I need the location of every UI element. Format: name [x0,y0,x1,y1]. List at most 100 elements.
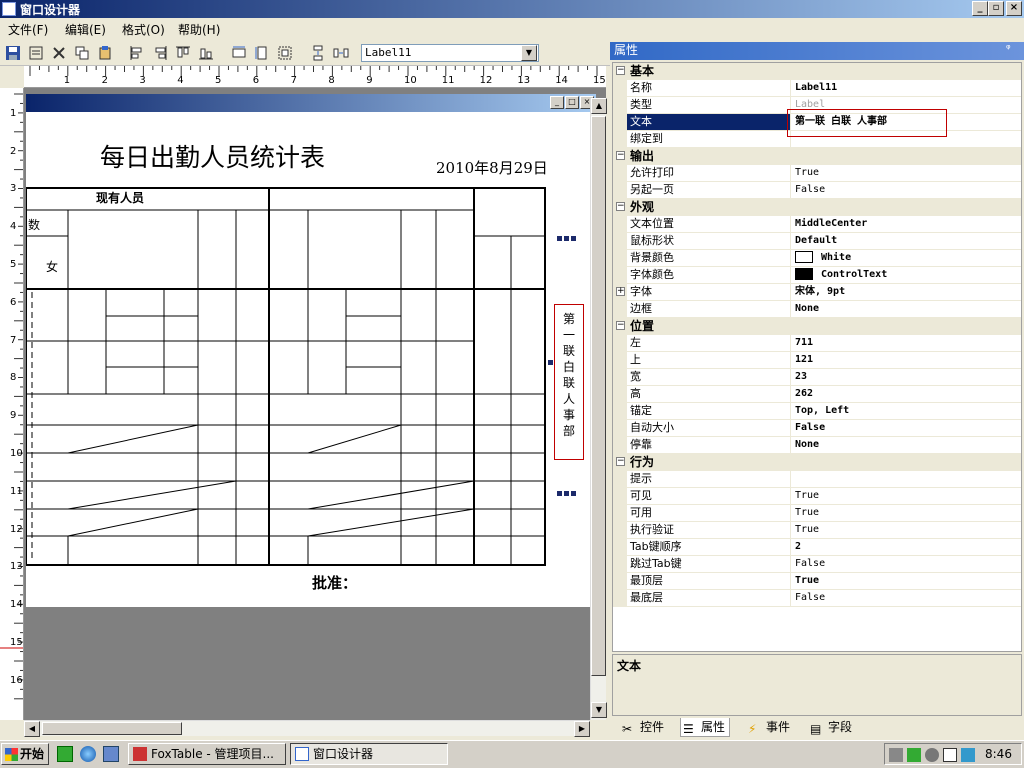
property-row-autosize[interactable]: 自动大小 False [613,420,1021,437]
vertical-scrollbar[interactable]: ▲ ▼ [590,98,607,720]
resize-handle[interactable] [564,236,569,241]
task-foxtable[interactable]: FoxTable - 管理项目... [128,743,286,765]
minimize-button[interactable]: _ [972,1,988,16]
property-value[interactable]: 第一联 白联 人事部 [793,114,1021,130]
ie-icon[interactable] [80,746,96,762]
align-top-icon[interactable] [174,44,192,62]
resize-handle[interactable] [564,491,569,496]
property-value[interactable]: True [793,488,1021,504]
selected-label-control[interactable]: 第一联白联人事部 [554,304,584,460]
menu-help[interactable]: 帮助(H) [178,21,220,38]
property-row-tabstop[interactable]: 跳过Tab键 False [613,556,1021,573]
property-row-font[interactable]: + 字体 宋体, 9pt [613,284,1021,301]
property-row-height[interactable]: 高 262 [613,386,1021,403]
property-value[interactable]: True [793,522,1021,538]
close-button[interactable]: × [1006,1,1022,16]
approve-label[interactable]: 批准： [312,572,357,593]
property-row-backcolor[interactable]: 背景颜色 White [613,250,1021,267]
category-position[interactable]: − 位置 [613,318,1021,335]
vertical-scroll-thumb[interactable] [591,116,606,676]
property-value[interactable] [793,131,1021,147]
property-value[interactable]: Top, Left [793,403,1021,419]
horizontal-scrollbar[interactable]: ◀ ▶ [24,720,590,737]
property-value[interactable]: 2 [793,539,1021,555]
column-header-current-staff[interactable]: 现有人员 [96,189,144,206]
collapse-icon[interactable]: − [616,151,625,160]
menu-edit[interactable]: 编辑(E) [65,21,106,38]
property-row-bottommost[interactable]: 最底层 False [613,590,1021,607]
start-button[interactable]: 开始 [1,743,49,765]
tab-controls[interactable]: ✂ 控件 [620,718,668,737]
save-icon[interactable] [4,44,22,62]
category-behavior[interactable]: − 行为 [613,454,1021,471]
property-value[interactable]: 23 [793,369,1021,385]
same-width-icon[interactable] [230,44,248,62]
property-value[interactable]: False [793,556,1021,572]
report-table-grid[interactable] [26,112,596,607]
design-surface[interactable]: _ □ × 每日出勤人员统计表 2010年8月29日 现有人员 数 女 批准： … [24,88,606,720]
resize-handle[interactable] [571,491,576,496]
property-value[interactable]: 宋体, 9pt [793,284,1021,300]
align-left-icon[interactable] [128,44,146,62]
property-value[interactable]: 121 [793,352,1021,368]
collapse-icon[interactable]: − [616,202,625,211]
property-row-name[interactable]: 名称 Label11 [613,80,1021,97]
resize-handle[interactable] [557,236,562,241]
horizontal-spacing-icon[interactable] [332,44,350,62]
property-row-textalign[interactable]: 文本位置 MiddleCenter [613,216,1021,233]
resize-handle[interactable] [557,491,562,496]
control-selector[interactable]: Label11 [361,44,539,62]
cell-count-label[interactable]: 数 [28,216,40,233]
property-value[interactable]: MiddleCenter [793,216,1021,232]
property-row-allowprint[interactable]: 允许打印 True [613,165,1021,182]
tab-properties[interactable]: ☰ 属性 [680,718,731,737]
security-icon[interactable] [907,748,921,762]
property-value[interactable]: None [793,437,1021,453]
menu-format[interactable]: 格式(O) [122,21,165,38]
collapse-icon[interactable]: − [616,457,625,466]
scroll-down-icon[interactable]: ▼ [591,702,607,718]
scroll-left-icon[interactable]: ◀ [24,721,40,737]
form-canvas[interactable]: 每日出勤人员统计表 2010年8月29日 现有人员 数 女 批准： 第一联白联人… [26,112,596,607]
paste-icon[interactable] [96,44,114,62]
report-title-label[interactable]: 每日出勤人员统计表 [100,138,325,174]
property-value[interactable]: False [793,182,1021,198]
property-row-dock[interactable]: 停靠 None [613,437,1021,454]
property-value[interactable]: False [793,590,1021,606]
property-value[interactable]: ControlText [793,267,1021,283]
property-row-type[interactable]: 类型 Label [613,97,1021,114]
form-caption-bar[interactable]: _ □ × [26,94,596,112]
same-height-icon[interactable] [253,44,271,62]
property-row-enabled[interactable]: 可用 True [613,505,1021,522]
network-icon[interactable] [925,748,939,762]
property-value[interactable]: Label [793,97,1021,113]
desktop-icon[interactable] [103,746,119,762]
property-row-anchor[interactable]: 锚定 Top, Left [613,403,1021,420]
property-row-tabindex[interactable]: Tab键顺序 2 [613,539,1021,556]
vertical-spacing-icon[interactable] [309,44,327,62]
category-basic[interactable]: − 基本 [613,63,1021,80]
scroll-right-icon[interactable]: ▶ [574,721,590,737]
restore-button[interactable]: ▫ [988,1,1004,16]
menu-file[interactable]: 文件(F) [8,21,48,38]
property-row-bindto[interactable]: 绑定到 [613,131,1021,148]
property-row-forecolor[interactable]: 字体颜色 ControlText [613,267,1021,284]
property-row-cursor[interactable]: 鼠标形状 Default [613,233,1021,250]
align-bottom-icon[interactable] [197,44,215,62]
tab-events[interactable]: ⚡ 事件 [746,718,794,737]
category-appearance[interactable]: − 外观 [613,199,1021,216]
keyboard-icon[interactable] [889,748,903,762]
property-grid[interactable]: − 基本 名称 Label11 类型 Label 文本 第一联 白联 人事部 绑定到 − 输出 允许打… [612,62,1022,652]
copy-icon[interactable] [73,44,91,62]
scroll-up-icon[interactable]: ▲ [591,98,607,114]
property-row-validation[interactable]: 执行验证 True [613,522,1021,539]
property-row-border[interactable]: 边框 None [613,301,1021,318]
property-row-visible[interactable]: 可见 True [613,488,1021,505]
property-row-width[interactable]: 宽 23 [613,369,1021,386]
tab-fields[interactable]: ▤ 字段 [808,718,856,737]
property-value[interactable]: White [793,250,1021,266]
property-row-left[interactable]: 左 711 [613,335,1021,352]
shield-icon[interactable] [57,746,73,762]
resize-handle[interactable] [571,236,576,241]
collapse-icon[interactable]: − [616,321,625,330]
